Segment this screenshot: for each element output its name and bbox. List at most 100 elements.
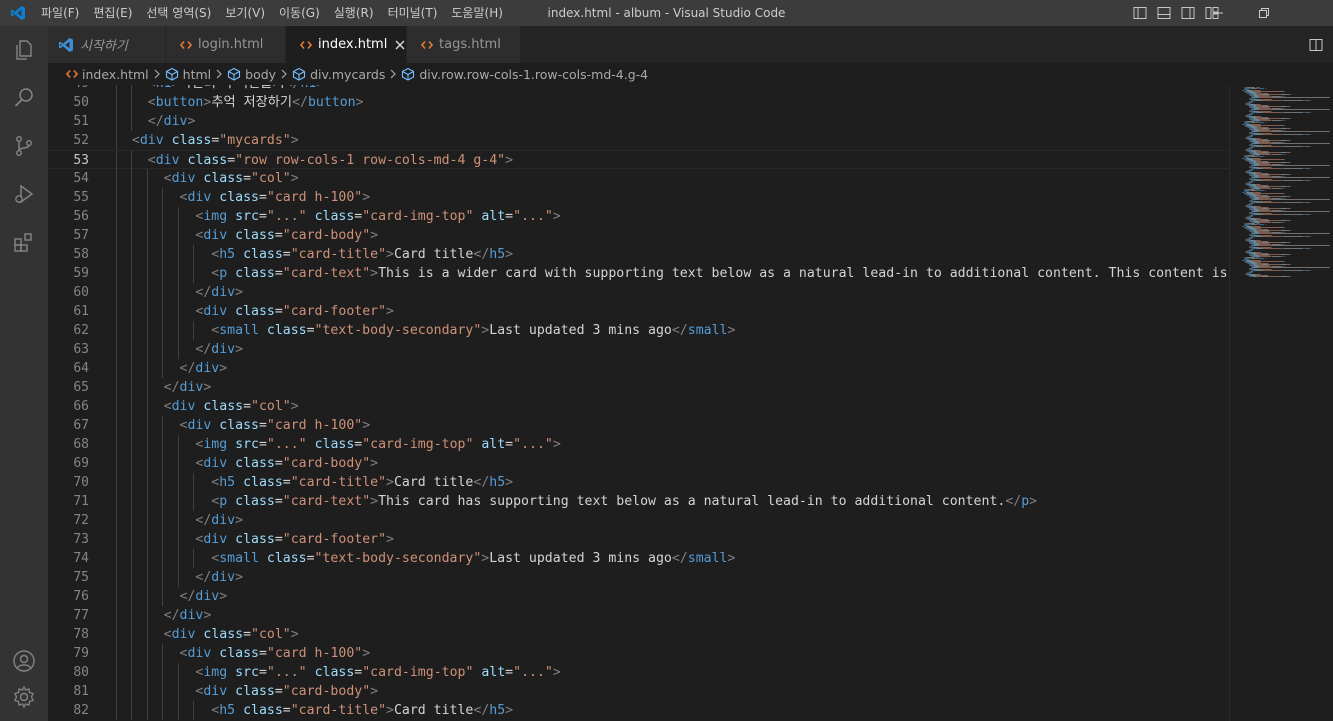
minimap-mark [1260,154,1271,155]
settings-gear-icon[interactable] [0,685,48,721]
menu-run[interactable]: 실행(R) [327,0,381,26]
code-line[interactable]: 63 </div> [48,340,1229,359]
minimap-mark [1251,102,1253,103]
code-line[interactable]: 66 <div class="col"> [48,397,1229,416]
element-cube-icon [165,67,179,81]
code-token: = [258,209,267,224]
code-line[interactable]: 76 </div> [48,587,1229,606]
code-line[interactable]: 82 <h5 class="card-title">Card title</h5… [48,701,1229,720]
search-icon[interactable] [0,74,48,122]
tab-tags-html[interactable]: tags.html [407,26,521,63]
code-token: = [274,304,283,319]
restore-icon[interactable] [1241,0,1287,26]
code-line[interactable]: 73 <div class="card-footer"> [48,530,1229,549]
minimap-mark [1251,238,1253,239]
code-line[interactable]: 62 <small class="text-body-secondary">La… [48,321,1229,340]
line-number: 79 [73,646,89,661]
menu-go[interactable]: 이동(G) [272,0,327,26]
run-debug-icon[interactable] [0,170,48,218]
menu-selection[interactable]: 선택 영역(S) [139,0,218,26]
menu-edit[interactable]: 편집(E) [86,0,139,26]
code-line[interactable]: 55 <div class="card h-100"> [48,188,1229,207]
code-line[interactable]: 54 <div class="col"> [48,169,1229,188]
line-number: 58 [73,247,89,262]
code-token: div [203,532,228,547]
menu-view[interactable]: 보기(V) [218,0,272,26]
breadcrumb-mycards[interactable]: div.mycards [292,67,385,82]
line-number: 60 [73,285,89,300]
breadcrumb-file[interactable]: index.html [66,67,149,82]
code-editor[interactable]: 49 <h1>나만의 추억만들기</h1>50 <button>추억 저장하기<… [48,85,1229,721]
code-line[interactable]: 50 <button>추억 저장하기</button> [48,93,1229,112]
code-line[interactable]: 81 <div class="card-body"> [48,682,1229,701]
code-line[interactable]: 68 <img src="..." class="card-img-top" a… [48,435,1229,454]
code-line[interactable]: 51 </div> [48,112,1229,131]
code-line[interactable]: 77 </div> [48,606,1229,625]
minimap-mark [1251,216,1253,217]
minimize-icon[interactable] [1195,0,1241,26]
code-line[interactable]: 78 <div class="col"> [48,625,1229,644]
tab-login-html[interactable]: login.html [166,26,286,63]
code-line[interactable]: 52 <div class="mycards"> [48,131,1229,150]
code-line[interactable]: 53 <div class="row row-cols-1 row-cols-m… [48,150,1229,170]
code-line[interactable]: 67 <div class="card h-100"> [48,416,1229,435]
code-line[interactable]: 65 </div> [48,378,1229,397]
vscode-logo-icon[interactable] [2,0,34,26]
minimap-mark [1270,143,1330,144]
code-text: <div class="col"> [116,169,299,188]
code-line[interactable]: 56 <img src="..." class="card-img-top" a… [48,207,1229,226]
html-icon [66,68,78,80]
breadcrumb-html[interactable]: html [165,67,211,82]
minimap-mark [1290,118,1292,119]
menu-terminal[interactable]: 터미널(T) [381,0,445,26]
toggle-panel-icon[interactable] [1155,4,1173,22]
minimap-mark [1270,131,1330,132]
code-line[interactable]: 60 </div> [48,283,1229,302]
minimap-mark [1290,152,1292,153]
code-line[interactable]: 79 <div class="card h-100"> [48,644,1229,663]
minimap-mark [1284,154,1286,155]
source-control-icon[interactable] [0,122,48,170]
line-number: 54 [73,171,89,186]
code-line[interactable]: 58 <h5 class="card-title">Card title</h5… [48,245,1229,264]
code-token: </ [473,475,490,490]
close-window-icon[interactable] [1287,0,1333,26]
code-token: "card-img-top" [362,437,474,452]
extensions-icon[interactable] [0,218,48,266]
code-line[interactable]: 72 </div> [48,511,1229,530]
code-line[interactable]: 49 <h1>나만의 추억만들기</h1> [48,85,1229,93]
accounts-icon[interactable] [0,637,48,685]
code-line[interactable]: 57 <div class="card-body"> [48,226,1229,245]
code-line[interactable]: 59 <p class="card-text">This is a wider … [48,264,1229,283]
code-line[interactable]: 80 <img src="..." class="card-img-top" a… [48,663,1229,682]
code-line[interactable]: 71 <p class="card-text">This card has su… [48,492,1229,511]
menu-file[interactable]: 파일(F) [34,0,86,26]
code-line[interactable]: 75 </div> [48,568,1229,587]
menu-help[interactable]: 도움말(H) [444,0,510,26]
breadcrumb-row[interactable]: div.row.row-cols-1.row-cols-md-4.g-4 [401,67,648,82]
activity-bar [0,26,48,721]
toggle-primary-sidebar-icon[interactable] [1131,4,1149,22]
minimap-mark [1259,97,1270,98]
minimap[interactable] [1229,85,1333,721]
code-line[interactable]: 64 </div> [48,359,1229,378]
breadcrumb-body[interactable]: body [227,67,276,82]
line-number: 67 [73,418,89,433]
code-token: "card-footer" [282,304,387,319]
minimap-mark [1262,180,1282,181]
close-icon[interactable] [395,37,405,53]
explorer-icon[interactable] [0,26,48,74]
tab-label: login.html [198,37,264,52]
code-line[interactable]: 61 <div class="card-footer"> [48,302,1229,321]
code-line[interactable]: 69 <div class="card-body"> [48,454,1229,473]
minimap-mark [1290,230,1292,231]
code-text: </div> [116,112,196,131]
code-line[interactable]: 70 <h5 class="card-title">Card title</h5… [48,473,1229,492]
minimap-mark [1284,256,1286,257]
code-token: > [386,304,394,319]
split-editor-icon[interactable] [1299,26,1333,63]
tab-welcome[interactable]: 시작하기 [48,26,166,63]
code-line[interactable]: 74 <small class="text-body-secondary">La… [48,549,1229,568]
tab-index-html[interactable]: index.html [286,26,407,63]
minimap-mark [1264,156,1266,157]
